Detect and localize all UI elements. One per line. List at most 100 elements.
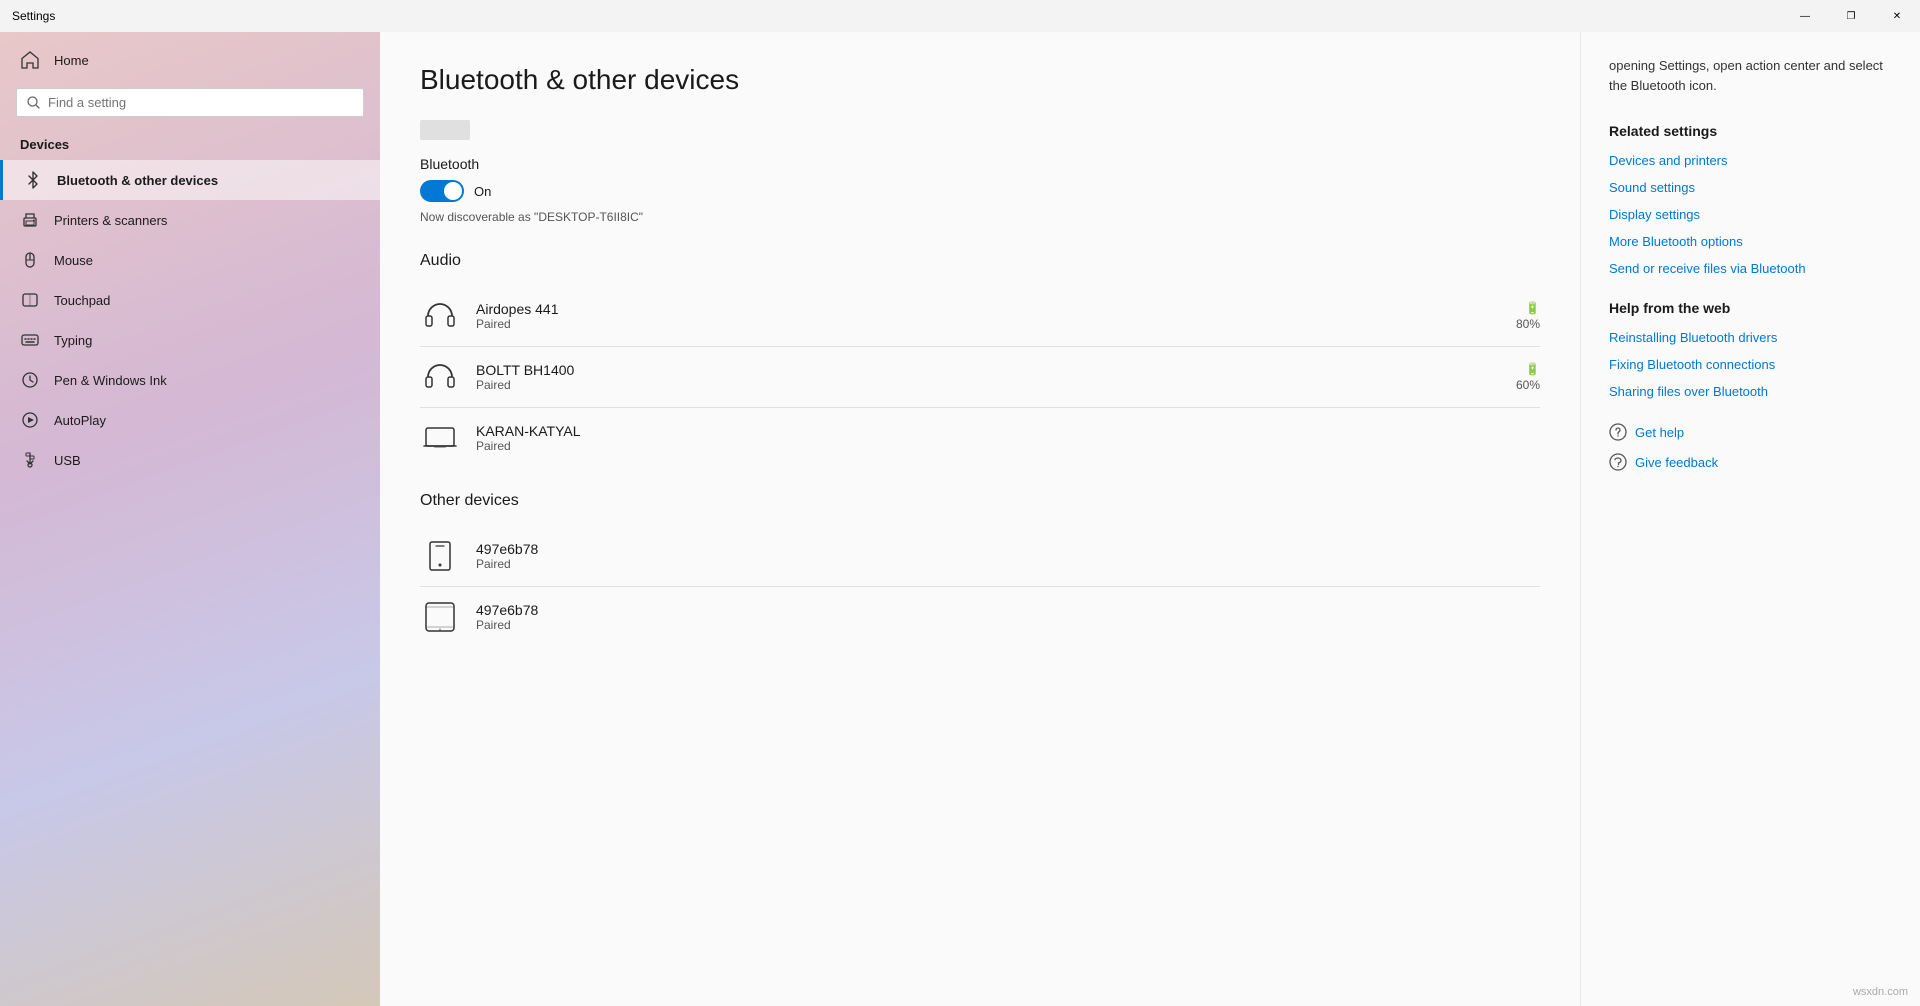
mouse-icon xyxy=(20,250,40,270)
device-status: Paired xyxy=(476,439,1540,453)
get-help-link[interactable]: Get help xyxy=(1635,425,1684,440)
other-section-title: Other devices xyxy=(420,492,1540,510)
nav-label-usb: USB xyxy=(54,453,81,468)
home-icon xyxy=(20,50,40,70)
device-info: BOLTT BH1400 Paired xyxy=(476,362,1516,392)
device-battery: 🔋 60% xyxy=(1516,362,1540,392)
link-sharing[interactable]: Sharing files over Bluetooth xyxy=(1609,384,1892,399)
toggle-row: On xyxy=(420,180,1540,202)
printer-icon xyxy=(20,210,40,230)
nav-label-bluetooth: Bluetooth & other devices xyxy=(57,173,218,188)
sidebar-item-autoplay[interactable]: AutoPlay xyxy=(0,400,380,440)
device-row[interactable]: 497e6b78 Paired xyxy=(420,526,1540,587)
device-info: 497e6b78 Paired xyxy=(476,541,1540,571)
close-button[interactable]: ✕ xyxy=(1874,0,1920,32)
sidebar-item-home[interactable]: Home xyxy=(0,40,380,80)
other-devices-section: Other devices 497e6b78 Paired xyxy=(420,492,1540,647)
keyboard-icon xyxy=(20,330,40,350)
device-status: Paired xyxy=(476,378,1516,392)
watermark: wsxdn.com xyxy=(1853,986,1908,998)
sidebar-item-touchpad[interactable]: Touchpad xyxy=(0,280,380,320)
autoplay-icon xyxy=(20,410,40,430)
sidebar-item-pen[interactable]: Pen & Windows Ink xyxy=(0,360,380,400)
laptop-icon xyxy=(420,418,460,458)
usb-icon xyxy=(20,450,40,470)
sidebar-item-usb[interactable]: USB xyxy=(0,440,380,480)
device-name: Airdopes 441 xyxy=(476,301,1516,317)
bluetooth-label: Bluetooth xyxy=(420,156,1540,172)
nav-label-mouse: Mouse xyxy=(54,253,93,268)
link-display-settings[interactable]: Display settings xyxy=(1609,207,1892,222)
headphones-icon xyxy=(420,357,460,397)
give-feedback-link[interactable]: Give feedback xyxy=(1635,455,1718,470)
give-feedback-row: Give feedback xyxy=(1609,453,1892,471)
touchpad-icon xyxy=(20,290,40,310)
link-devices-printers[interactable]: Devices and printers xyxy=(1609,153,1892,168)
titlebar: Settings — ❐ ✕ xyxy=(0,0,1920,32)
sidebar-item-bluetooth[interactable]: Bluetooth & other devices xyxy=(0,160,380,200)
tablet-icon xyxy=(420,597,460,637)
battery-icon: 🔋 xyxy=(1525,362,1540,376)
related-settings-label: Related settings xyxy=(1609,123,1892,139)
right-panel: opening Settings, open action center and… xyxy=(1580,32,1920,1006)
audio-section-title: Audio xyxy=(420,252,1540,270)
device-info: KARAN-KATYAL Paired xyxy=(476,423,1540,453)
device-name: 497e6b78 xyxy=(476,541,1540,557)
get-help-row: Get help xyxy=(1609,423,1892,441)
nav-label-typing: Typing xyxy=(54,333,92,348)
maximize-button[interactable]: ❐ xyxy=(1828,0,1874,32)
link-sound-settings[interactable]: Sound settings xyxy=(1609,180,1892,195)
device-name: KARAN-KATYAL xyxy=(476,423,1540,439)
sidebar-item-typing[interactable]: Typing xyxy=(0,320,380,360)
battery-level: 80% xyxy=(1516,317,1540,331)
link-more-bluetooth[interactable]: More Bluetooth options xyxy=(1609,234,1892,249)
right-panel-intro: opening Settings, open action center and… xyxy=(1609,56,1892,95)
window-controls: — ❐ ✕ xyxy=(1782,0,1920,32)
help-from-web-label: Help from the web xyxy=(1609,300,1892,316)
bluetooth-toggle-section: Bluetooth On Now discoverable as "DESKTO… xyxy=(420,156,1540,224)
device-name: 497e6b78 xyxy=(476,602,1540,618)
sidebar-devices-label: Devices xyxy=(0,125,380,160)
page-title: Bluetooth & other devices xyxy=(420,64,1540,96)
device-row[interactable]: 497e6b78 Paired xyxy=(420,587,1540,647)
nav-label-autoplay: AutoPlay xyxy=(54,413,106,428)
home-label: Home xyxy=(54,53,89,68)
device-row[interactable]: KARAN-KATYAL Paired xyxy=(420,408,1540,468)
search-box[interactable] xyxy=(16,88,364,117)
nav-label-pen: Pen & Windows Ink xyxy=(54,373,167,388)
device-status: Paired xyxy=(476,557,1540,571)
battery-icon: 🔋 xyxy=(1525,301,1540,315)
titlebar-title: Settings xyxy=(12,9,55,23)
sidebar-item-mouse[interactable]: Mouse xyxy=(0,240,380,280)
link-fixing[interactable]: Fixing Bluetooth connections xyxy=(1609,357,1892,372)
question-icon xyxy=(1609,423,1627,441)
app-body: Home Devices Bluetooth & other devices xyxy=(0,32,1920,1006)
feedback-icon xyxy=(1609,453,1627,471)
device-info: 497e6b78 Paired xyxy=(476,602,1540,632)
audio-section: Audio Airdopes 441 Paired 🔋 80% xyxy=(420,252,1540,468)
pen-icon xyxy=(20,370,40,390)
toggle-knob xyxy=(444,182,462,200)
device-status: Paired xyxy=(476,317,1516,331)
minimize-button[interactable]: — xyxy=(1782,0,1828,32)
nav-label-printers: Printers & scanners xyxy=(54,213,167,228)
search-input[interactable] xyxy=(48,95,353,110)
headphones-icon xyxy=(420,296,460,336)
main-content: Bluetooth & other devices Bluetooth On N… xyxy=(380,32,1580,1006)
toggle-state: On xyxy=(474,184,491,199)
bluetooth-icon xyxy=(23,170,43,190)
link-reinstalling[interactable]: Reinstalling Bluetooth drivers xyxy=(1609,330,1892,345)
bluetooth-toggle[interactable] xyxy=(420,180,464,202)
search-icon xyxy=(27,96,40,109)
phone-icon xyxy=(420,536,460,576)
sidebar-item-printers[interactable]: Printers & scanners xyxy=(0,200,380,240)
device-battery: 🔋 80% xyxy=(1516,301,1540,331)
device-status: Paired xyxy=(476,618,1540,632)
device-info: Airdopes 441 Paired xyxy=(476,301,1516,331)
device-row[interactable]: BOLTT BH1400 Paired 🔋 60% xyxy=(420,347,1540,408)
sidebar: Home Devices Bluetooth & other devices xyxy=(0,32,380,1006)
battery-level: 60% xyxy=(1516,378,1540,392)
discoverable-text: Now discoverable as "DESKTOP-T6II8IC" xyxy=(420,210,1540,224)
link-send-receive[interactable]: Send or receive files via Bluetooth xyxy=(1609,261,1892,276)
device-row[interactable]: Airdopes 441 Paired 🔋 80% xyxy=(420,286,1540,347)
